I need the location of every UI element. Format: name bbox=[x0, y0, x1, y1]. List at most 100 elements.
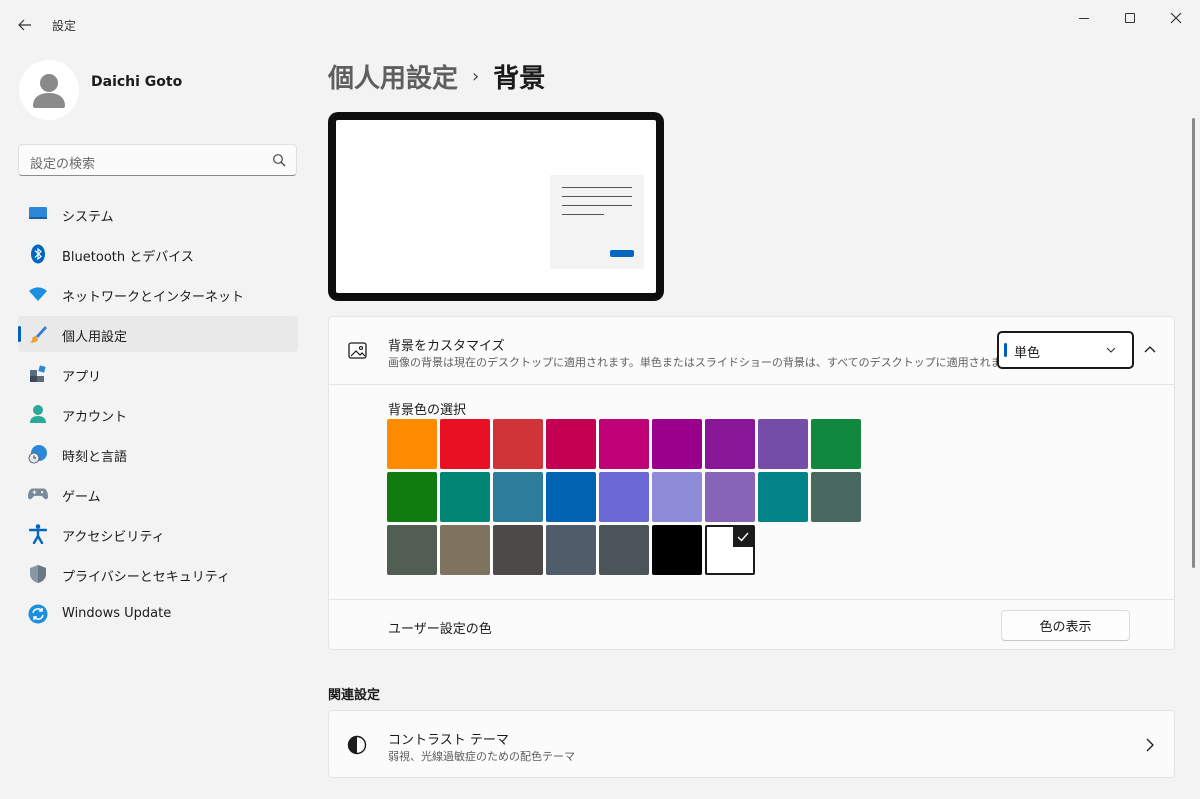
background-settings-card: 背景をカスタマイズ 画像の背景は現在のデスクトップに適用されます。単色またはスラ… bbox=[328, 316, 1175, 650]
color-swatch[interactable] bbox=[705, 525, 755, 575]
time-language-icon bbox=[28, 445, 48, 464]
preview-text-line bbox=[562, 214, 604, 215]
contrast-icon bbox=[347, 735, 367, 755]
back-button[interactable] bbox=[12, 12, 38, 38]
color-palette-title: 背景色の選択 bbox=[388, 403, 467, 418]
breadcrumb-chevron-icon: › bbox=[472, 65, 480, 87]
sidebar-item-label: ゲーム bbox=[62, 490, 101, 505]
shield-icon bbox=[28, 565, 48, 583]
user-avatar-icon bbox=[33, 74, 65, 108]
preview-window bbox=[550, 175, 644, 269]
color-swatch[interactable] bbox=[705, 472, 755, 522]
sidebar-item-label: Bluetooth とデバイス bbox=[62, 250, 194, 265]
avatar[interactable] bbox=[19, 60, 79, 120]
search-icon[interactable] bbox=[272, 153, 286, 167]
color-swatch[interactable] bbox=[440, 419, 490, 469]
color-swatch[interactable] bbox=[546, 419, 596, 469]
dropdown-value: 単色 bbox=[1014, 346, 1041, 361]
brush-icon bbox=[28, 325, 48, 343]
network-icon bbox=[28, 285, 48, 303]
color-swatch[interactable] bbox=[493, 419, 543, 469]
checkmark-icon bbox=[733, 527, 753, 547]
color-swatch[interactable] bbox=[758, 419, 808, 469]
apps-icon bbox=[28, 365, 48, 383]
sidebar-item-gaming[interactable]: ゲーム bbox=[18, 476, 298, 512]
color-swatch[interactable] bbox=[546, 472, 596, 522]
color-swatch[interactable] bbox=[758, 472, 808, 522]
page-title: 背景 bbox=[493, 63, 546, 94]
related-settings-heading: 関連設定 bbox=[328, 688, 381, 703]
sidebar-item-label: アプリ bbox=[62, 370, 102, 385]
color-swatch[interactable] bbox=[387, 419, 437, 469]
sidebar-item-system[interactable]: システム bbox=[18, 196, 298, 232]
contrast-themes-title: コントラスト テーマ bbox=[388, 733, 509, 748]
sidebar-item-label: アカウント bbox=[62, 410, 128, 425]
color-swatch[interactable] bbox=[599, 525, 649, 575]
color-swatch[interactable] bbox=[705, 419, 755, 469]
background-type-dropdown[interactable]: 単色 bbox=[997, 331, 1134, 369]
sidebar-item-label: Windows Update bbox=[62, 606, 172, 621]
color-swatch[interactable] bbox=[546, 525, 596, 575]
color-swatch[interactable] bbox=[440, 472, 490, 522]
background-card-title: 背景をカスタマイズ bbox=[388, 339, 505, 354]
preview-button bbox=[610, 250, 634, 257]
color-swatch[interactable] bbox=[493, 472, 543, 522]
sidebar-item-bluetooth[interactable]: Bluetooth とデバイス bbox=[18, 236, 298, 272]
background-card-header[interactable]: 背景をカスタマイズ 画像の背景は現在のデスクトップに適用されます。単色またはスラ… bbox=[329, 317, 1174, 385]
color-swatch[interactable] bbox=[493, 525, 543, 575]
sidebar-item-label: ネットワークとインターネット bbox=[62, 290, 245, 305]
contrast-themes-description: 弱視、光線過敏症のための配色テーマ bbox=[388, 750, 575, 763]
sidebar-item-accessibility[interactable]: アクセシビリティ bbox=[18, 516, 298, 552]
chevron-up-icon[interactable] bbox=[1141, 341, 1159, 359]
sidebar-item-apps[interactable]: アプリ bbox=[18, 356, 298, 392]
contrast-themes-card[interactable]: コントラスト テーマ 弱視、光線過敏症のための配色テーマ bbox=[328, 710, 1175, 778]
windows-update-icon bbox=[28, 604, 48, 624]
preview-screen bbox=[336, 120, 656, 293]
sidebar-item-label: 個人用設定 bbox=[62, 330, 128, 345]
back-arrow-icon bbox=[18, 19, 31, 31]
color-palette bbox=[387, 419, 867, 575]
color-swatch[interactable] bbox=[652, 472, 702, 522]
sidebar-item-windows-update[interactable]: Windows Update bbox=[18, 596, 298, 632]
chevron-right-icon bbox=[1146, 738, 1154, 752]
color-swatch[interactable] bbox=[387, 525, 437, 575]
selected-indicator bbox=[18, 326, 21, 342]
app-title: 設定 bbox=[52, 19, 77, 33]
maximize-button[interactable] bbox=[1110, 6, 1150, 30]
preview-text-line bbox=[562, 196, 632, 197]
close-button[interactable] bbox=[1156, 6, 1196, 30]
minimize-button[interactable] bbox=[1064, 6, 1104, 30]
chevron-down-icon bbox=[1106, 347, 1116, 353]
color-swatch[interactable] bbox=[811, 472, 861, 522]
color-swatch[interactable] bbox=[599, 419, 649, 469]
account-icon bbox=[28, 405, 48, 423]
sidebar-item-accounts[interactable]: アカウント bbox=[18, 396, 298, 432]
breadcrumb: 個人用設定 › 背景 bbox=[328, 58, 545, 94]
background-card-description: 画像の背景は現在のデスクトップに適用されます。単色またはスライドショーの背景は、… bbox=[388, 356, 1023, 369]
color-swatch[interactable] bbox=[811, 419, 861, 469]
view-colors-button[interactable]: 色の表示 bbox=[1001, 610, 1130, 641]
search-input[interactable]: 設定の検索 bbox=[18, 144, 297, 176]
sidebar-item-privacy[interactable]: プライバシーとセキュリティ bbox=[18, 556, 298, 592]
system-icon bbox=[28, 205, 48, 223]
breadcrumb-parent[interactable]: 個人用設定 bbox=[328, 58, 458, 95]
sidebar-nav: システム Bluetooth とデバイス ネットワークとインターネット 個人用設… bbox=[18, 196, 298, 636]
title-bar: 設定 bbox=[0, 0, 1200, 48]
color-swatch[interactable] bbox=[652, 419, 702, 469]
sidebar-item-time-language[interactable]: 時刻と言語 bbox=[18, 436, 298, 472]
close-icon bbox=[1170, 12, 1182, 24]
scrollbar[interactable] bbox=[1192, 118, 1195, 568]
sidebar-item-label: アクセシビリティ bbox=[62, 530, 165, 545]
preview-text-line bbox=[562, 187, 632, 188]
desktop-preview bbox=[328, 112, 664, 301]
minimize-icon bbox=[1079, 17, 1089, 19]
color-swatch[interactable] bbox=[599, 472, 649, 522]
accessibility-icon bbox=[28, 524, 48, 544]
color-swatch[interactable] bbox=[387, 472, 437, 522]
preview-text-line bbox=[562, 205, 632, 206]
sidebar: Daichi Goto 設定の検索 システム Bluetooth とデバイス ネ… bbox=[0, 48, 310, 799]
color-swatch[interactable] bbox=[440, 525, 490, 575]
sidebar-item-personalization[interactable]: 個人用設定 bbox=[18, 316, 298, 352]
sidebar-item-network[interactable]: ネットワークとインターネット bbox=[18, 276, 298, 312]
color-swatch[interactable] bbox=[652, 525, 702, 575]
